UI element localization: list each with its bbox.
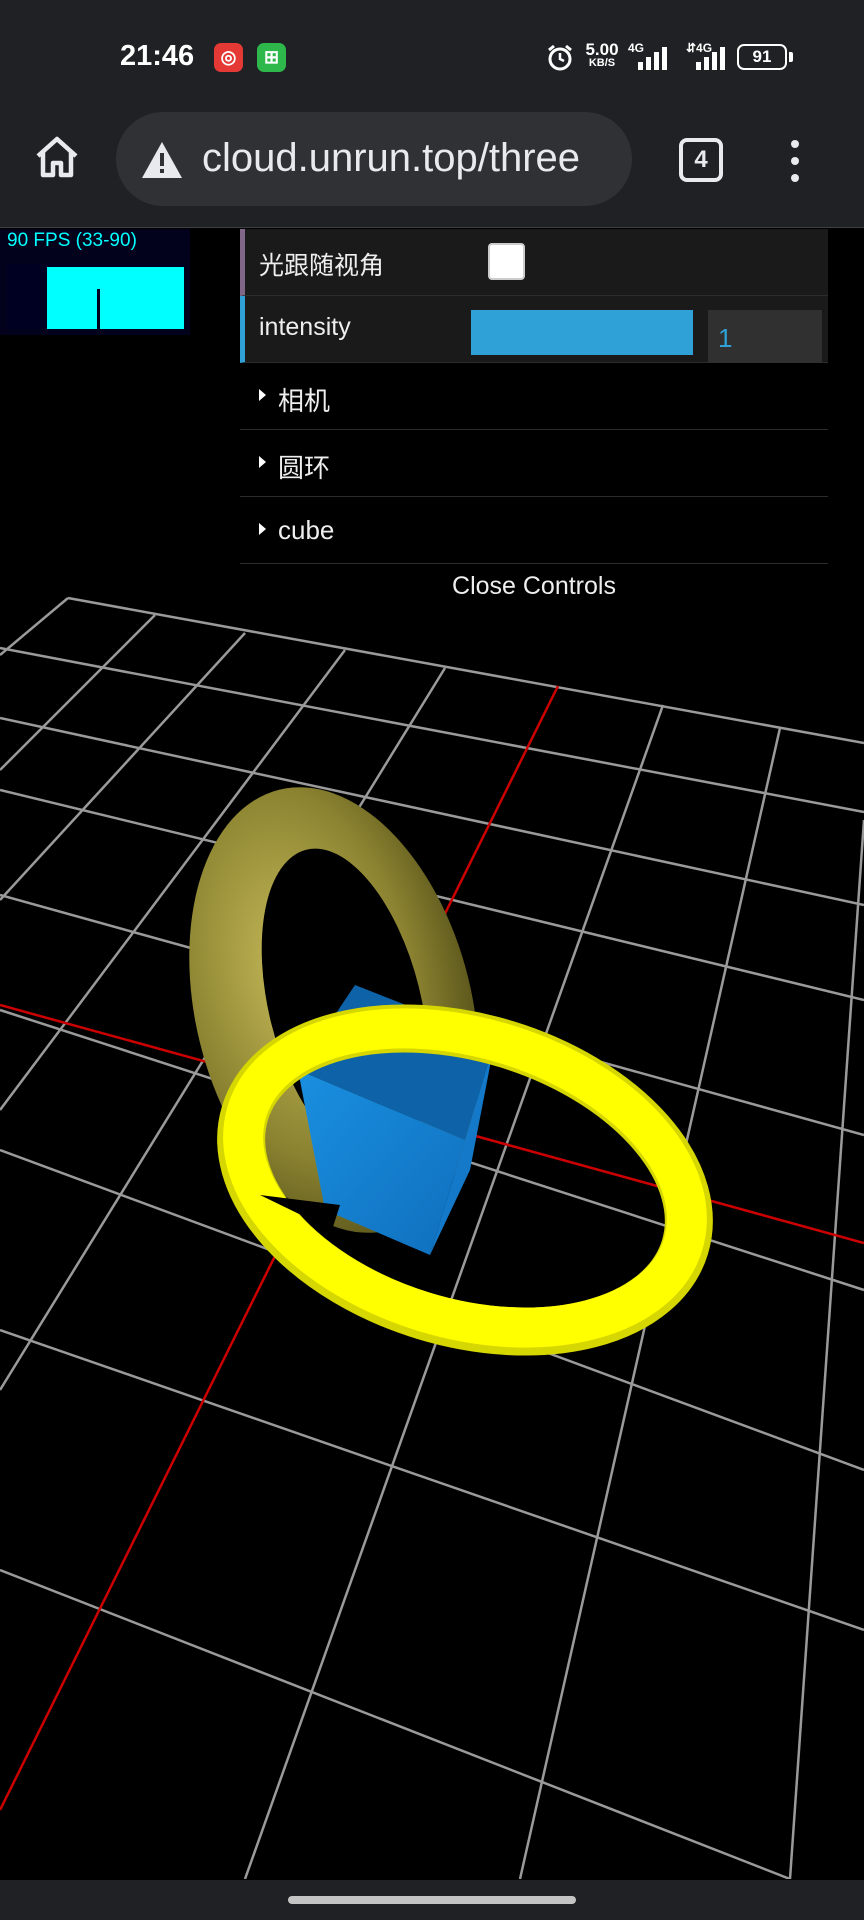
folder-arrow-icon [259,456,266,468]
alarm-icon [548,44,572,71]
battery-icon: 91 [737,44,787,70]
fps-readout: 90 FPS (33-90) [7,230,137,251]
fps-monitor[interactable]: 90 FPS (33-90) [0,229,190,335]
intensity-input[interactable]: 1 [708,310,822,363]
intensity-slider[interactable] [471,310,693,355]
app-notification-icon: ⊞ [257,43,286,72]
folder-label: cube [278,515,335,545]
fps-graph [7,264,184,329]
folder-arrow-icon [259,389,266,401]
folder-camera[interactable]: 相机 [240,363,828,430]
address-bar[interactable]: cloud.unrun.top/three [116,112,632,206]
more-options-icon[interactable] [780,136,810,186]
folder-label: 圆环 [278,453,331,483]
cell-signal-icon: 4G [628,41,672,72]
url-text[interactable]: cloud.unrun.top/three [202,136,622,181]
browser-toolbar: cloud.unrun.top/three 4 [0,108,864,228]
folder-arrow-icon [259,523,266,535]
intensity-slider-fill [471,310,693,355]
intensity-row: intensity 1 [240,296,828,363]
controls-panel: 光跟随视角 intensity 1 相机 圆环 cube Close Contr… [240,229,828,614]
folder-label: 相机 [278,386,331,416]
netease-music-icon: ◎ [214,43,243,72]
intensity-label: intensity [259,313,351,341]
folder-torus[interactable]: 圆环 [240,430,828,497]
gesture-handle[interactable] [288,1896,576,1904]
light-follow-checkbox[interactable] [488,243,525,280]
folder-cube[interactable]: cube [240,497,828,564]
battery-tip [789,52,793,62]
warning-icon[interactable] [140,140,184,180]
status-bar: 21:46 ◎ ⊞ 5.00 KB/S 4G ⇵4G 91 [0,0,864,108]
cell-signal-icon-2: ⇵4G [686,41,730,72]
navigation-bar [0,1880,864,1920]
close-controls-button[interactable]: Close Controls [240,564,828,614]
tab-switcher-button[interactable]: 4 [679,138,723,182]
network-speed: 5.00 KB/S [585,40,619,70]
light-follow-label: 光跟随视角 [259,252,385,280]
status-time: 21:46 [120,40,195,72]
home-icon[interactable] [32,132,82,182]
light-follow-row: 光跟随视角 [240,229,828,296]
